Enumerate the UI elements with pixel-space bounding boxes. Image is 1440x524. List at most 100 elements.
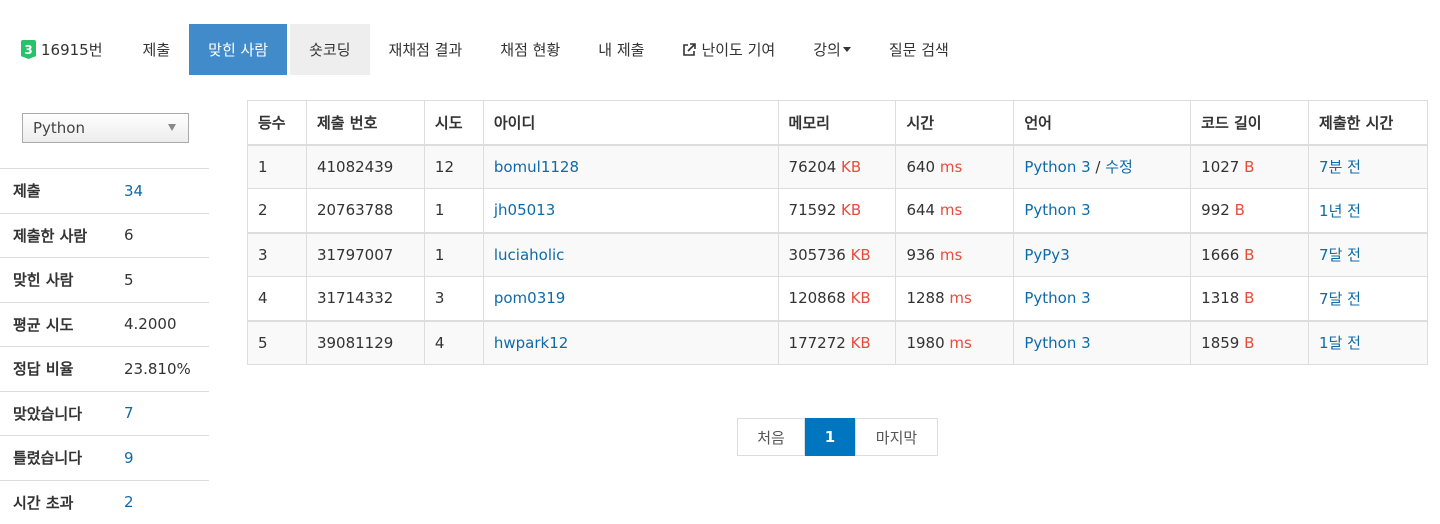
user-link[interactable]: hwpark12: [494, 334, 568, 352]
tries: 3: [424, 277, 483, 321]
time-unit: ms: [940, 201, 962, 219]
page-current-button[interactable]: 1: [805, 418, 855, 456]
code-length-value: 1666: [1201, 246, 1239, 264]
code-length-value: 992: [1201, 201, 1230, 219]
external-link-icon: [682, 43, 696, 57]
memory-value: 71592: [789, 201, 837, 219]
submission-id: 20763788: [306, 189, 424, 233]
rank: 1: [248, 145, 307, 189]
tab-rejudge-results[interactable]: 재채점 결과: [370, 24, 482, 75]
pagination: 처음 1 마지막: [737, 418, 938, 456]
code-unit: B: [1244, 334, 1254, 352]
memory-unit: KB: [841, 201, 861, 219]
stat-time-limit: 시간 초과 2: [0, 480, 209, 524]
time-unit: ms: [949, 334, 971, 352]
tab-question-search[interactable]: 질문 검색: [870, 24, 968, 75]
stat-value-link[interactable]: 34: [124, 182, 143, 200]
rank: 4: [248, 277, 307, 321]
stat-wrong-answer: 틀렸습니다 9: [0, 435, 209, 480]
stat-label: 정답 비율: [0, 358, 124, 379]
stat-label: 제출한 사람: [0, 225, 124, 246]
user-link[interactable]: pom0319: [494, 289, 565, 307]
rank: 5: [248, 321, 307, 365]
tab-submit[interactable]: 제출: [124, 24, 190, 75]
time-unit: ms: [949, 289, 971, 307]
table-header-row: 등수 제출 번호 시도 아이디 메모리 시간 언어 코드 길이 제출한 시간: [248, 101, 1428, 145]
tab-short-coding[interactable]: 숏코딩: [290, 24, 369, 75]
stat-solvers: 맞힌 사람 5: [0, 257, 209, 302]
tier-badge-icon: 3: [21, 40, 36, 59]
rank: 3: [248, 233, 307, 277]
time-value: 936: [906, 246, 935, 264]
edit-link[interactable]: 수정: [1105, 158, 1133, 176]
stat-accept-ratio: 정답 비율 23.810%: [0, 346, 209, 391]
col-memory: 메모리: [778, 101, 896, 145]
accepted-ranking-table: 등수 제출 번호 시도 아이디 메모리 시간 언어 코드 길이 제출한 시간 1…: [247, 100, 1428, 365]
submitted-time-link[interactable]: 7달 전: [1319, 246, 1361, 264]
tab-lectures-label: 강의: [813, 39, 841, 60]
problem-number: 16915번: [41, 39, 103, 60]
language-link[interactable]: PyPy3: [1024, 246, 1069, 264]
stat-value-link[interactable]: 2: [124, 493, 134, 511]
code-length-value: 1318: [1201, 289, 1239, 307]
submitted-time-link[interactable]: 1년 전: [1319, 202, 1361, 220]
chevron-down-icon: [843, 47, 851, 52]
stat-value: 6: [124, 226, 134, 244]
stat-value-link[interactable]: 7: [124, 404, 134, 422]
col-submission-id: 제출 번호: [306, 101, 424, 145]
problem-nav: 3 16915번 제출 맞힌 사람 숏코딩 재채점 결과 채점 현황 내 제출 …: [0, 24, 968, 75]
submitted-time-link[interactable]: 7달 전: [1319, 290, 1361, 308]
tries: 1: [424, 189, 483, 233]
time-unit: ms: [940, 158, 962, 176]
col-rank: 등수: [248, 101, 307, 145]
col-code-length: 코드 길이: [1191, 101, 1309, 145]
language-link[interactable]: Python 3: [1024, 158, 1090, 176]
stat-label: 맞힌 사람: [0, 269, 124, 290]
tab-lectures-dropdown[interactable]: 강의: [794, 24, 870, 75]
memory-value: 177272: [789, 334, 846, 352]
user-link[interactable]: jh05013: [494, 201, 555, 219]
col-language: 언어: [1014, 101, 1191, 145]
stat-value-link[interactable]: 9: [124, 449, 134, 467]
memory-value: 76204: [789, 158, 837, 176]
tab-difficulty-contribution[interactable]: 난이도 기여: [663, 24, 794, 75]
language-select-value: Python: [33, 119, 85, 137]
submitted-time-link[interactable]: 7분 전: [1319, 158, 1361, 176]
stat-value: 4.2000: [124, 315, 177, 333]
tab-difficulty-label: 난이도 기여: [701, 39, 775, 60]
submitted-time-link[interactable]: 1달 전: [1319, 334, 1361, 352]
problem-number-link[interactable]: 3 16915번: [0, 24, 124, 75]
stat-accepted: 맞았습니다 7: [0, 391, 209, 436]
tab-accepted-users[interactable]: 맞힌 사람: [189, 24, 287, 75]
code-unit: B: [1235, 201, 1245, 219]
page-last-button[interactable]: 마지막: [855, 418, 938, 456]
user-link[interactable]: bomul1128: [494, 158, 579, 176]
language-link[interactable]: Python 3: [1024, 201, 1090, 219]
language-link[interactable]: Python 3: [1024, 334, 1090, 352]
page-first-button[interactable]: 처음: [737, 418, 805, 456]
language-link[interactable]: Python 3: [1024, 289, 1090, 307]
tab-judge-status[interactable]: 채점 현황: [481, 24, 579, 75]
memory-unit: KB: [851, 289, 871, 307]
stat-value: 5: [124, 271, 134, 289]
dropdown-arrow-icon: [168, 124, 176, 131]
memory-unit: KB: [841, 158, 861, 176]
memory-unit: KB: [851, 246, 871, 264]
code-unit: B: [1244, 158, 1254, 176]
stat-value: 23.810%: [124, 360, 191, 378]
time-value: 1288: [906, 289, 944, 307]
code-length-value: 1027: [1201, 158, 1239, 176]
tries: 1: [424, 233, 483, 277]
col-user-id: 아이디: [483, 101, 778, 145]
time-value: 1980: [906, 334, 944, 352]
table-row: 3 31797007 1 luciaholic 305736 KB 936 ms…: [248, 233, 1428, 277]
stat-label: 시간 초과: [0, 492, 124, 513]
memory-value: 120868: [789, 289, 846, 307]
language-select[interactable]: Python: [22, 113, 189, 143]
time-unit: ms: [940, 246, 962, 264]
user-link[interactable]: luciaholic: [494, 246, 565, 264]
table-row: 5 39081129 4 hwpark12 177272 KB 1980 ms …: [248, 321, 1428, 365]
tries: 4: [424, 321, 483, 365]
tab-my-submissions[interactable]: 내 제출: [579, 24, 663, 75]
stat-label: 평균 시도: [0, 314, 124, 335]
